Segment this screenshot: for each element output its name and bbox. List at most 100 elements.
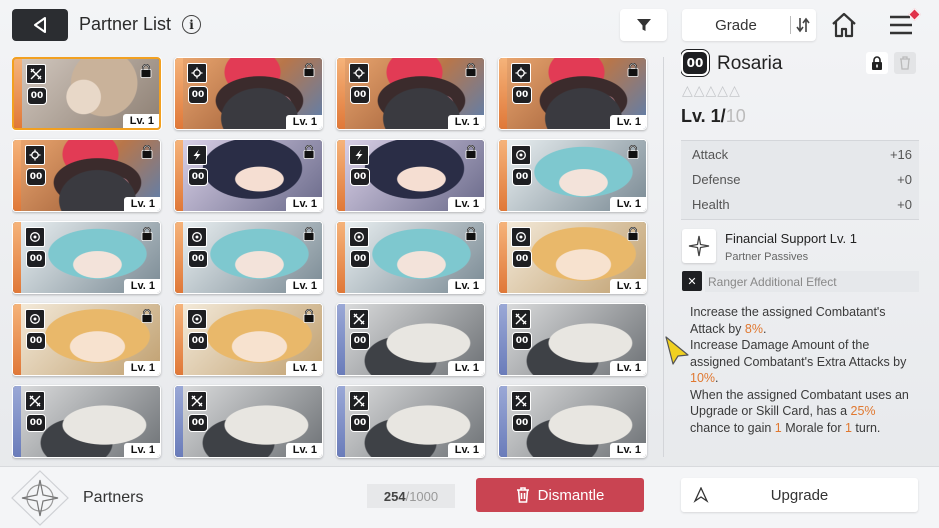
partner-card[interactable]: 00 Lv. 1 bbox=[174, 221, 323, 294]
skill-type: Partner Passives bbox=[725, 251, 809, 263]
rank-badge: 00 bbox=[512, 414, 532, 432]
lock-icon bbox=[465, 62, 477, 77]
crossed-swords-icon bbox=[511, 309, 531, 329]
rarity-strip bbox=[13, 304, 21, 375]
level-label: Lv. 1 bbox=[123, 443, 160, 457]
desc-text: Morale for bbox=[781, 420, 845, 435]
partner-card[interactable]: 00 Lv. 1 bbox=[498, 221, 647, 294]
circle-icon bbox=[187, 227, 207, 247]
desc-text: When the assigned Combatant uses an Upgr… bbox=[690, 387, 909, 419]
partner-card[interactable]: 00 Lv. 1 bbox=[12, 139, 161, 212]
lock-icon bbox=[141, 308, 153, 323]
level-label: Lv. 1 bbox=[285, 197, 322, 211]
dismantle-button[interactable]: Dismantle bbox=[476, 478, 644, 512]
lock-icon bbox=[627, 144, 639, 159]
partner-card[interactable]: 00 Lv. 1 bbox=[498, 57, 647, 130]
crossed-swords-icon bbox=[25, 391, 45, 411]
partner-card[interactable]: 00 Lv. 1 bbox=[336, 139, 485, 212]
filter-button[interactable] bbox=[620, 9, 667, 41]
trash-icon bbox=[900, 56, 910, 70]
level-label: Lv. 1 bbox=[285, 443, 322, 457]
rarity-strip bbox=[14, 59, 22, 128]
partner-card[interactable]: 00 Lv. 1 bbox=[498, 139, 647, 212]
back-button[interactable] bbox=[12, 9, 68, 41]
circle-icon bbox=[25, 227, 45, 247]
rank-badge: 00 bbox=[188, 86, 208, 104]
partner-card[interactable]: 00 Lv. 1 bbox=[498, 385, 647, 458]
partner-card[interactable]: 00 Lv. 1 bbox=[174, 139, 323, 212]
partner-card[interactable]: 00 Lv. 1 bbox=[498, 303, 647, 376]
partner-card[interactable]: 00 Lv. 1 bbox=[336, 385, 485, 458]
panel-divider bbox=[663, 57, 664, 457]
partner-card[interactable]: 00 Lv. 1 bbox=[174, 385, 323, 458]
partner-card[interactable]: 00 Lv. 1 bbox=[336, 57, 485, 130]
partner-card[interactable]: 00 Lv. 1 bbox=[336, 303, 485, 376]
stat-label: Health bbox=[692, 197, 730, 212]
partner-card[interactable]: 00 Lv. 1 bbox=[174, 303, 323, 376]
level-label: Lv. 1 bbox=[447, 443, 484, 457]
level-label: Lv. 1 bbox=[447, 361, 484, 375]
gear-icon bbox=[25, 145, 45, 165]
partner-card[interactable]: 00 Lv. 1 bbox=[12, 303, 161, 376]
lock-toggle-button[interactable] bbox=[866, 52, 888, 74]
rarity-strip bbox=[337, 304, 345, 375]
rarity-strip bbox=[337, 386, 345, 457]
home-icon[interactable] bbox=[829, 10, 859, 40]
bolt-icon bbox=[349, 145, 369, 165]
rank-badge: 00 bbox=[26, 414, 46, 432]
level-label: Lv. 1 bbox=[285, 115, 322, 129]
sparkle-icon bbox=[688, 235, 710, 257]
lock-icon bbox=[303, 62, 315, 77]
skill-icon[interactable] bbox=[682, 229, 716, 263]
count-max: 1000 bbox=[409, 488, 439, 504]
desc-text: . bbox=[715, 371, 719, 385]
rarity-strip bbox=[499, 304, 507, 375]
lock-icon bbox=[140, 63, 152, 78]
partner-list-screen: { "header": { "title": "Partner List", "… bbox=[0, 0, 939, 528]
partner-card[interactable]: 00 Lv. 1 bbox=[174, 57, 323, 130]
partner-card[interactable]: 00 Lv. 1 bbox=[12, 385, 161, 458]
rarity-strip bbox=[337, 58, 345, 129]
partner-card[interactable]: 00 Lv. 1 bbox=[336, 221, 485, 294]
level-label: Lv. 1 bbox=[285, 361, 322, 375]
sort-direction-icon[interactable] bbox=[793, 15, 813, 35]
level-current: Lv. 1/ bbox=[681, 106, 726, 126]
upgrade-button[interactable]: Upgrade bbox=[681, 478, 918, 512]
compass-emblem-icon bbox=[11, 470, 69, 526]
skill-name: Financial Support Lv. 1 bbox=[725, 231, 857, 246]
rank-badge: 00 bbox=[26, 332, 46, 350]
rank-badge: 00 bbox=[350, 86, 370, 104]
partner-card[interactable]: 00 Lv. 1 bbox=[12, 221, 161, 294]
partner-card[interactable]: 00 Lv. 1 bbox=[12, 57, 161, 130]
rank-badge: 00 bbox=[681, 50, 709, 76]
stat-value: +16 bbox=[889, 147, 912, 162]
count-current: 254 bbox=[383, 488, 406, 504]
rank-badge: 00 bbox=[188, 250, 208, 268]
lock-icon bbox=[303, 308, 315, 323]
rarity-strip bbox=[13, 386, 21, 457]
delete-button[interactable] bbox=[894, 52, 916, 74]
lock-icon bbox=[627, 62, 639, 77]
circle-icon bbox=[187, 309, 207, 329]
info-icon[interactable]: i bbox=[182, 15, 201, 34]
rank-badge: 00 bbox=[512, 250, 532, 268]
level-label: Lv. 1 bbox=[447, 115, 484, 129]
skill-description: Increase the assigned Combatant's Attack… bbox=[690, 304, 915, 436]
desc-value: 10% bbox=[690, 371, 716, 385]
partner-grid: 00 Lv. 1 00 Lv. 1 00 Lv. 1 00 Lv. 1 00 Lv. 1 00 Lv.… bbox=[12, 57, 652, 464]
rarity-strip bbox=[337, 222, 345, 293]
sort-dropdown[interactable]: Grade bbox=[682, 9, 816, 41]
rank-badge: 00 bbox=[26, 250, 46, 268]
level-max: 10 bbox=[725, 106, 746, 126]
circle-icon bbox=[349, 227, 369, 247]
lock-icon bbox=[141, 226, 153, 241]
bolt-icon bbox=[187, 145, 207, 165]
bottom-divider bbox=[0, 466, 939, 467]
rarity-strip bbox=[499, 222, 507, 293]
desc-text: turn. bbox=[851, 420, 881, 435]
lock-icon bbox=[303, 226, 315, 241]
level-label: Lv. 1 bbox=[447, 279, 484, 293]
circle-icon bbox=[511, 227, 531, 247]
top-bar: Partner List i Grade bbox=[0, 0, 939, 52]
crossed-swords-icon bbox=[349, 309, 369, 329]
